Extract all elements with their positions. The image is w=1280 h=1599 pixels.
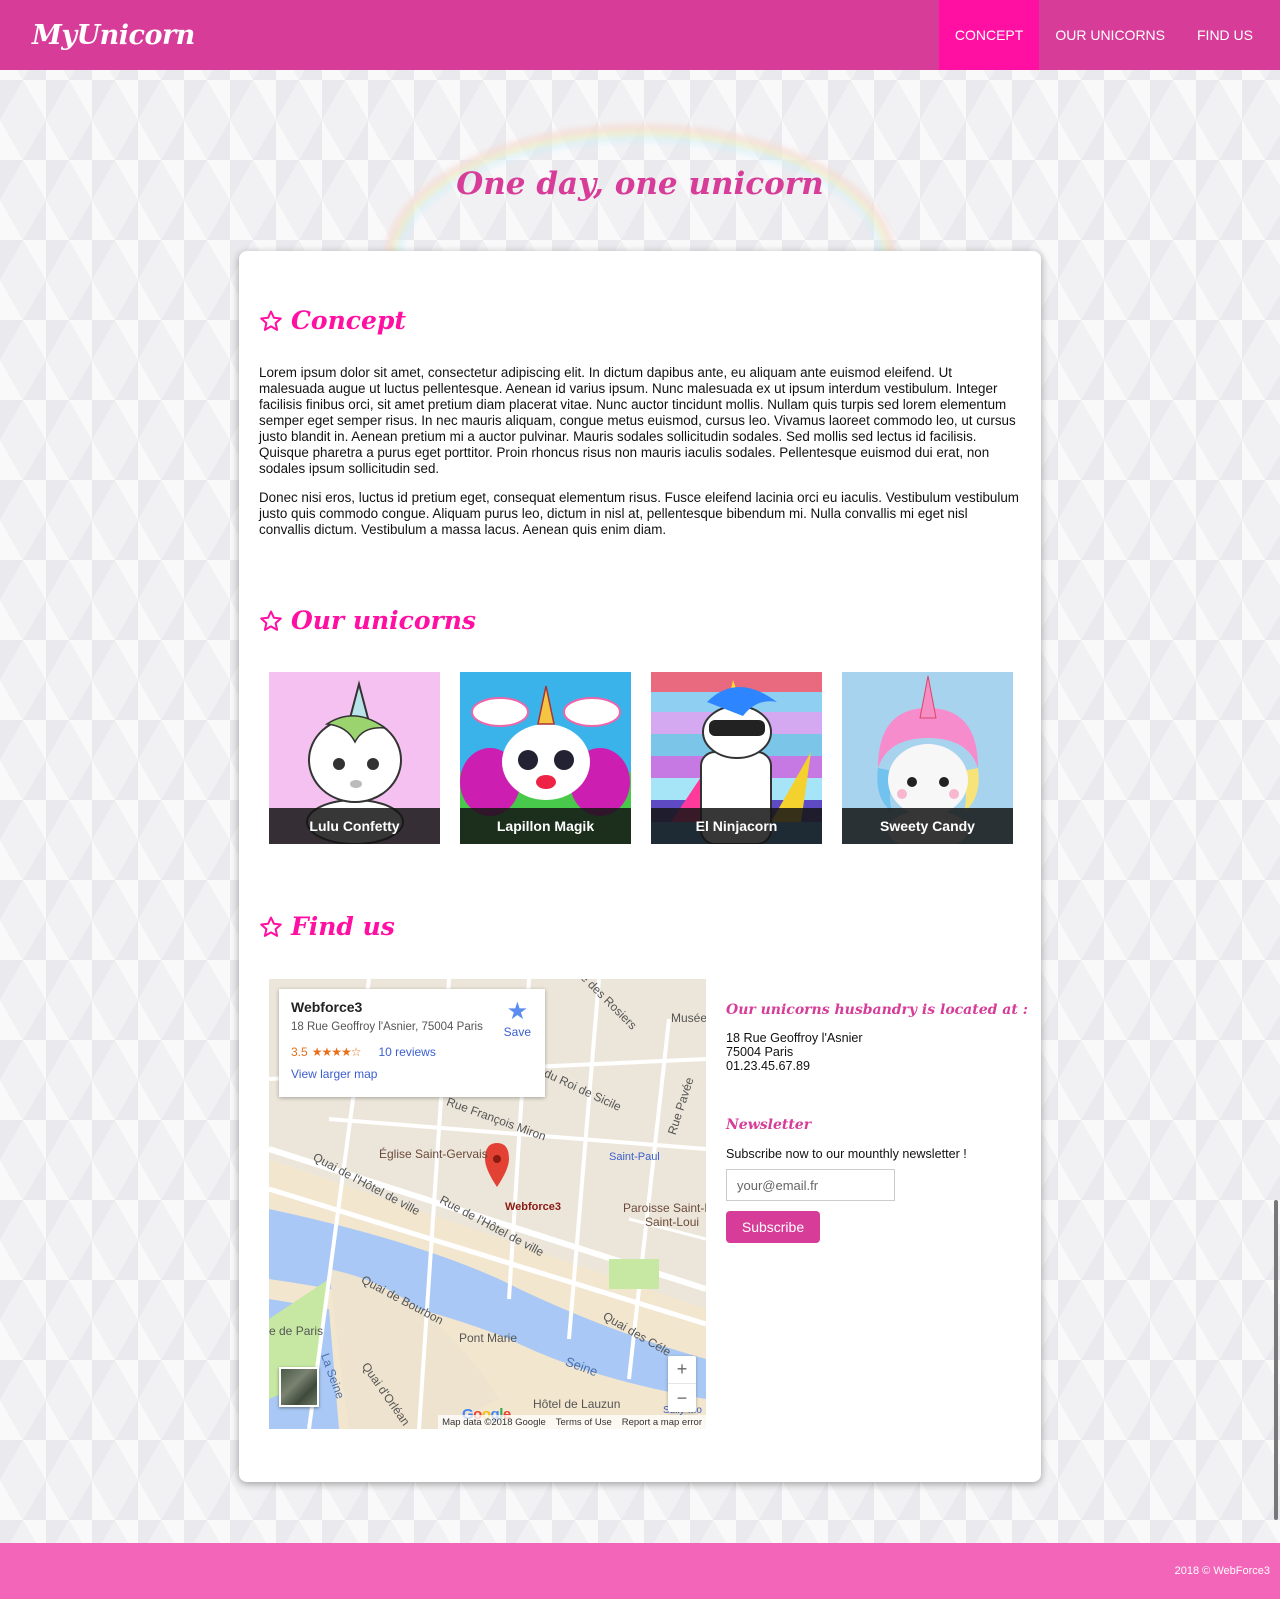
map-label: e de Paris bbox=[269, 1324, 324, 1338]
concept-heading: Concept bbox=[259, 306, 406, 335]
email-field[interactable] bbox=[726, 1169, 895, 1201]
location-heading: Our unicorns husbandry is located at : bbox=[726, 1002, 1028, 1018]
save-label: Save bbox=[503, 1025, 531, 1039]
newsletter-heading: Newsletter bbox=[726, 1117, 812, 1133]
map-footer: Map data ©2018 Google Terms of Use Repor… bbox=[438, 1415, 706, 1429]
view-larger-map-link[interactable]: View larger map bbox=[291, 1067, 533, 1081]
map-label: Hôtel de Lauzun bbox=[533, 1397, 621, 1411]
save-star-icon: ★ bbox=[506, 998, 529, 1025]
map-label: Paroisse Saint-Pau bbox=[623, 1201, 706, 1215]
zoom-out-button[interactable]: − bbox=[668, 1384, 696, 1412]
map-data-credit: Map data ©2018 Google bbox=[442, 1416, 546, 1428]
unicorn-card[interactable]: Lapillon Magik bbox=[460, 672, 631, 844]
newsletter-text: Subscribe now to our mounthly newsletter… bbox=[726, 1147, 967, 1161]
place-address: 18 Rue Geoffroy l'Asnier, 75004 Paris bbox=[291, 1021, 483, 1033]
concept-paragraph-1: Lorem ipsum dolor sit amet, consectetur … bbox=[259, 365, 1016, 476]
zoom-in-button[interactable]: + bbox=[668, 1356, 696, 1384]
top-navbar: MyUnicorn CONCEPT OUR UNICORNS FIND US bbox=[0, 0, 1280, 70]
satellite-toggle[interactable] bbox=[279, 1367, 319, 1407]
address-block: 18 Rue Geoffroy l'Asnier 75004 Paris 01.… bbox=[726, 1031, 863, 1073]
google-map[interactable]: Rue des Rosiers du Roi de Sicile Rue Pav… bbox=[269, 979, 706, 1429]
nav-item-find-us[interactable]: FIND US bbox=[1181, 0, 1269, 70]
map-label: Église Saint-Gervais bbox=[379, 1147, 488, 1161]
unicorn-card[interactable]: Sweety Candy bbox=[842, 672, 1013, 844]
reviews-link[interactable]: 10 reviews bbox=[378, 1045, 435, 1059]
unicorn-name: Sweety Candy bbox=[842, 808, 1013, 844]
star-outline-icon bbox=[260, 610, 282, 631]
unicorn-name: Lulu Confetty bbox=[269, 808, 440, 844]
content-card: Concept Lorem ipsum dolor sit amet, cons… bbox=[239, 251, 1041, 1482]
map-label: Pont Marie bbox=[459, 1331, 518, 1345]
concept-paragraph-2: Donec nisi eros, luctus id pretium eget,… bbox=[259, 490, 1019, 537]
address-city: 75004 Paris bbox=[726, 1045, 794, 1059]
map-label: Musée C bbox=[671, 1011, 706, 1025]
address-street: 18 Rue Geoffroy l'Asnier bbox=[726, 1031, 863, 1045]
address-phone: 01.23.45.67.89 bbox=[726, 1059, 811, 1073]
place-name: Webforce3 bbox=[291, 999, 363, 1015]
map-label: Saint-Paul bbox=[609, 1151, 660, 1163]
star-outline-icon bbox=[260, 310, 282, 331]
find-us-heading: Find us bbox=[259, 912, 395, 941]
nav-item-concept[interactable]: CONCEPT bbox=[938, 0, 1040, 70]
unicorn-name: Lapillon Magik bbox=[460, 808, 631, 844]
map-pin-label: Webforce3 bbox=[505, 1201, 562, 1213]
subscribe-button[interactable]: Subscribe bbox=[726, 1211, 820, 1243]
rating-stars-icon: ★★★★☆ bbox=[311, 1045, 362, 1059]
find-us-title: Find us bbox=[291, 912, 395, 941]
rating-value: 3.5 bbox=[291, 1045, 308, 1059]
hero-title: One day, one unicorn bbox=[456, 166, 824, 202]
nav-item-our-unicorns[interactable]: OUR UNICORNS bbox=[1039, 0, 1181, 70]
save-place-button[interactable]: ★ Save bbox=[503, 998, 531, 1040]
zoom-controls: + − bbox=[668, 1356, 696, 1412]
brand-logo[interactable]: MyUnicorn bbox=[32, 20, 195, 51]
report-error-link[interactable]: Report a map error bbox=[622, 1417, 702, 1428]
map-place-card: Webforce3 18 Rue Geoffroy l'Asnier, 7500… bbox=[279, 989, 545, 1097]
concept-title: Concept bbox=[291, 306, 406, 335]
unicorn-card[interactable]: Lulu Confetty bbox=[269, 672, 440, 844]
unicorns-title: Our unicorns bbox=[291, 606, 476, 635]
unicorns-heading: Our unicorns bbox=[259, 606, 476, 635]
map-label: Saint-Loui bbox=[645, 1215, 700, 1229]
unicorn-card[interactable]: El Ninjacorn bbox=[651, 672, 822, 844]
terms-link[interactable]: Terms of Use bbox=[556, 1417, 612, 1428]
main-nav: CONCEPT OUR UNICORNS FIND US bbox=[938, 0, 1269, 70]
footer: 2018 © WebForce3 bbox=[0, 1543, 1280, 1599]
copyright: 2018 © WebForce3 bbox=[1174, 1565, 1270, 1577]
star-outline-icon bbox=[260, 916, 282, 937]
unicorn-name: El Ninjacorn bbox=[651, 808, 822, 844]
unicorn-gallery: Lulu Confetty Lapillon Magik El Ninjacor… bbox=[269, 672, 1013, 844]
place-rating: 3.5 ★★★★☆ 10 reviews bbox=[291, 1045, 533, 1059]
scrollbar[interactable] bbox=[1274, 1200, 1278, 1520]
